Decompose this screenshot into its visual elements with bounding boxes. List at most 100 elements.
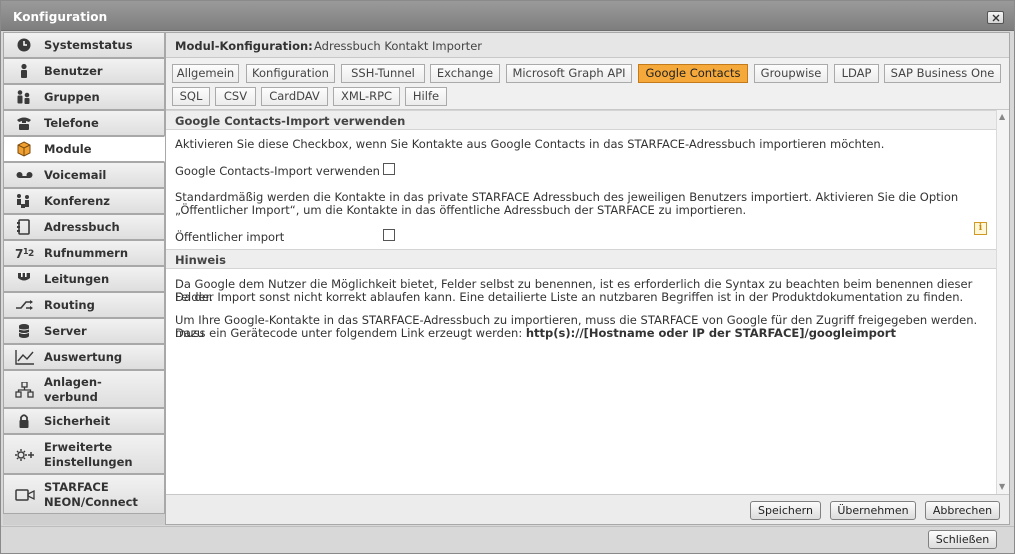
network-icon (15, 382, 34, 398)
tab-exchange[interactable]: Exchange (430, 64, 500, 83)
sidebar-item-label-line1: Anlagen- (44, 375, 102, 389)
cube-icon (17, 141, 31, 157)
sidebar-item-label: Adressbuch (44, 220, 120, 234)
sidebar-item-label-line1: STARFACE (44, 480, 109, 494)
group-icon (17, 90, 30, 104)
tab-hilfe[interactable]: Hilfe (405, 87, 447, 106)
sidebar-item-label: Leitungen (44, 272, 110, 286)
hint-line-2: Da der Import sonst nicht korrekt ablauf… (175, 290, 964, 304)
sidebar-item-label-line2: NEON/Connect (44, 495, 138, 509)
sidebar-item-label-line2: Einstellungen (44, 455, 133, 469)
module-header: Modul-Konfiguration: Adressbuch Kontakt … (166, 33, 1009, 58)
sidebar-item-module[interactable]: Module (3, 136, 165, 162)
sidebar-item-adressbuch[interactable]: Adressbuch (3, 214, 165, 240)
sidebar-item-label: Systemstatus (44, 38, 133, 52)
google-import-checkbox[interactable] (383, 163, 395, 175)
sidebar-item-telefone[interactable]: Telefone (3, 110, 165, 136)
sidebar-item-systemstatus[interactable]: Systemstatus (3, 32, 165, 58)
tab-xml-rpc[interactable]: XML-RPC (333, 87, 400, 106)
tab-sql[interactable]: SQL (172, 87, 210, 106)
chart-icon (15, 350, 34, 365)
section-title: Hinweis (175, 253, 226, 267)
section-header-google-import: Google Contacts-Import verwenden (166, 110, 996, 130)
sidebar-item-label: Sicherheit (44, 414, 111, 428)
sidebar-item-label: Telefone (44, 116, 99, 130)
sidebar-item-server[interactable]: Server (3, 318, 165, 344)
googleimport-link[interactable]: http(s)://[Hostname oder IP der STARFACE… (526, 326, 896, 340)
sidebar-item-label: Auswertung (44, 350, 123, 364)
description-line-2: „Öffentlicher Import“, um die Kontakte i… (175, 203, 747, 217)
clock-icon (17, 38, 31, 52)
sidebar-item-leitungen[interactable]: Leitungen (3, 266, 165, 292)
scroll-down-icon[interactable]: ▼ (999, 482, 1005, 491)
module-footer: Speichern Übernehmen Abbrechen (166, 494, 1009, 524)
hint-line-4: muss ein Gerätecode unter folgendem Link… (175, 327, 990, 340)
info-icon[interactable]: i (974, 222, 987, 235)
svg-text:2: 2 (28, 249, 34, 259)
user-icon (21, 63, 27, 78)
sidebar-item-label: Gruppen (44, 90, 100, 104)
section-header-hinweis: Hinweis (166, 249, 996, 269)
sidebar-item-routing[interactable]: Routing (3, 292, 165, 318)
title-bar: Konfiguration (1, 1, 1014, 31)
video-icon (15, 489, 35, 501)
tab-ssh-tunnel[interactable]: SSH-Tunnel (341, 64, 425, 83)
tab-google-contacts[interactable]: Google Contacts (638, 64, 748, 83)
tab-csv[interactable]: CSV (215, 87, 256, 106)
sidebar-item-rufnummern[interactable]: 7 1 2 Rufnummern (3, 240, 165, 266)
tab-ldap[interactable]: LDAP (834, 64, 879, 83)
sidebar-item-label: Voicemail (44, 168, 107, 182)
module-header-name: Adressbuch Kontakt Importer (314, 39, 482, 53)
sidebar-item-label: Benutzer (44, 64, 103, 78)
sidebar-item-label-line2: verbund (44, 390, 98, 404)
tab-sap-business-one[interactable]: SAP Business One (884, 64, 1001, 83)
checkbox-label-public-import: Öffentlicher import (175, 230, 285, 244)
tab-groupwise[interactable]: Groupwise (754, 64, 828, 83)
section-title: Google Contacts-Import verwenden (175, 114, 406, 128)
window-title: Konfiguration (13, 10, 108, 24)
routing-icon (16, 300, 33, 310)
lock-icon (19, 414, 29, 428)
tab-carddav[interactable]: CardDAV (261, 87, 328, 106)
sidebar-item-label: Server (44, 324, 87, 338)
voicemail-icon (16, 172, 33, 178)
conference-icon (17, 194, 29, 208)
numbers-icon: 7 1 2 (15, 247, 34, 261)
module-panel: Modul-Konfiguration: Adressbuch Kontakt … (165, 32, 1010, 525)
tab-allgemein[interactable]: Allgemein (172, 64, 239, 83)
sidebar-item-voicemail[interactable]: Voicemail (3, 162, 165, 188)
sidebar-item-label: Module (44, 142, 92, 156)
save-button[interactable]: Speichern (750, 501, 821, 520)
config-window: Konfiguration Systemstatus Benutzer Grup… (0, 0, 1015, 554)
sidebar-item-sicherheit[interactable]: Sicherheit (3, 408, 165, 434)
cancel-button[interactable]: Abbrechen (925, 501, 1000, 520)
sidebar-item-auswertung[interactable]: Auswertung (3, 344, 165, 370)
module-header-label: Modul-Konfiguration: (175, 39, 313, 53)
sidebar-item-anlagenverbund[interactable]: Anlagen- verbund (3, 370, 165, 408)
close-icon (992, 14, 1000, 22)
tab-microsoft-graph-api[interactable]: Microsoft Graph API (506, 64, 632, 83)
lines-icon (18, 272, 30, 281)
public-import-checkbox[interactable] (383, 229, 395, 241)
addressbook-icon (17, 219, 30, 235)
apply-button[interactable]: Übernehmen (830, 501, 916, 520)
sidebar: Systemstatus Benutzer Gruppen Telefone M… (3, 32, 165, 525)
sidebar-item-label: Konferenz (44, 194, 110, 208)
close-window-button[interactable] (987, 11, 1004, 24)
scroll-up-icon[interactable]: ▲ (999, 112, 1005, 121)
sidebar-item-gruppen[interactable]: Gruppen (3, 84, 165, 110)
window-bottom-bar: Schließen (1, 526, 1014, 553)
hint-line-4-text: muss ein Gerätecode unter folgendem Link… (175, 326, 523, 340)
intro-text: Aktivieren Sie diese Checkbox, wenn Sie … (175, 137, 885, 151)
sidebar-item-erweiterte-einstellungen[interactable]: Erweiterte Einstellungen (3, 434, 165, 474)
settings-plus-icon (15, 449, 34, 461)
tab-content: Google Contacts-Import verwenden Aktivie… (166, 110, 996, 494)
sidebar-item-starface-neon[interactable]: STARFACE NEON/Connect (3, 474, 165, 514)
sidebar-item-konferenz[interactable]: Konferenz (3, 188, 165, 214)
close-button[interactable]: Schließen (928, 530, 997, 549)
content-scrollbar[interactable]: ▲ ▼ (996, 110, 1009, 494)
sidebar-item-label: Rufnummern (44, 246, 129, 260)
sidebar-item-benutzer[interactable]: Benutzer (3, 58, 165, 84)
tab-konfiguration[interactable]: Konfiguration (246, 64, 335, 83)
sidebar-item-label: Routing (44, 298, 95, 312)
